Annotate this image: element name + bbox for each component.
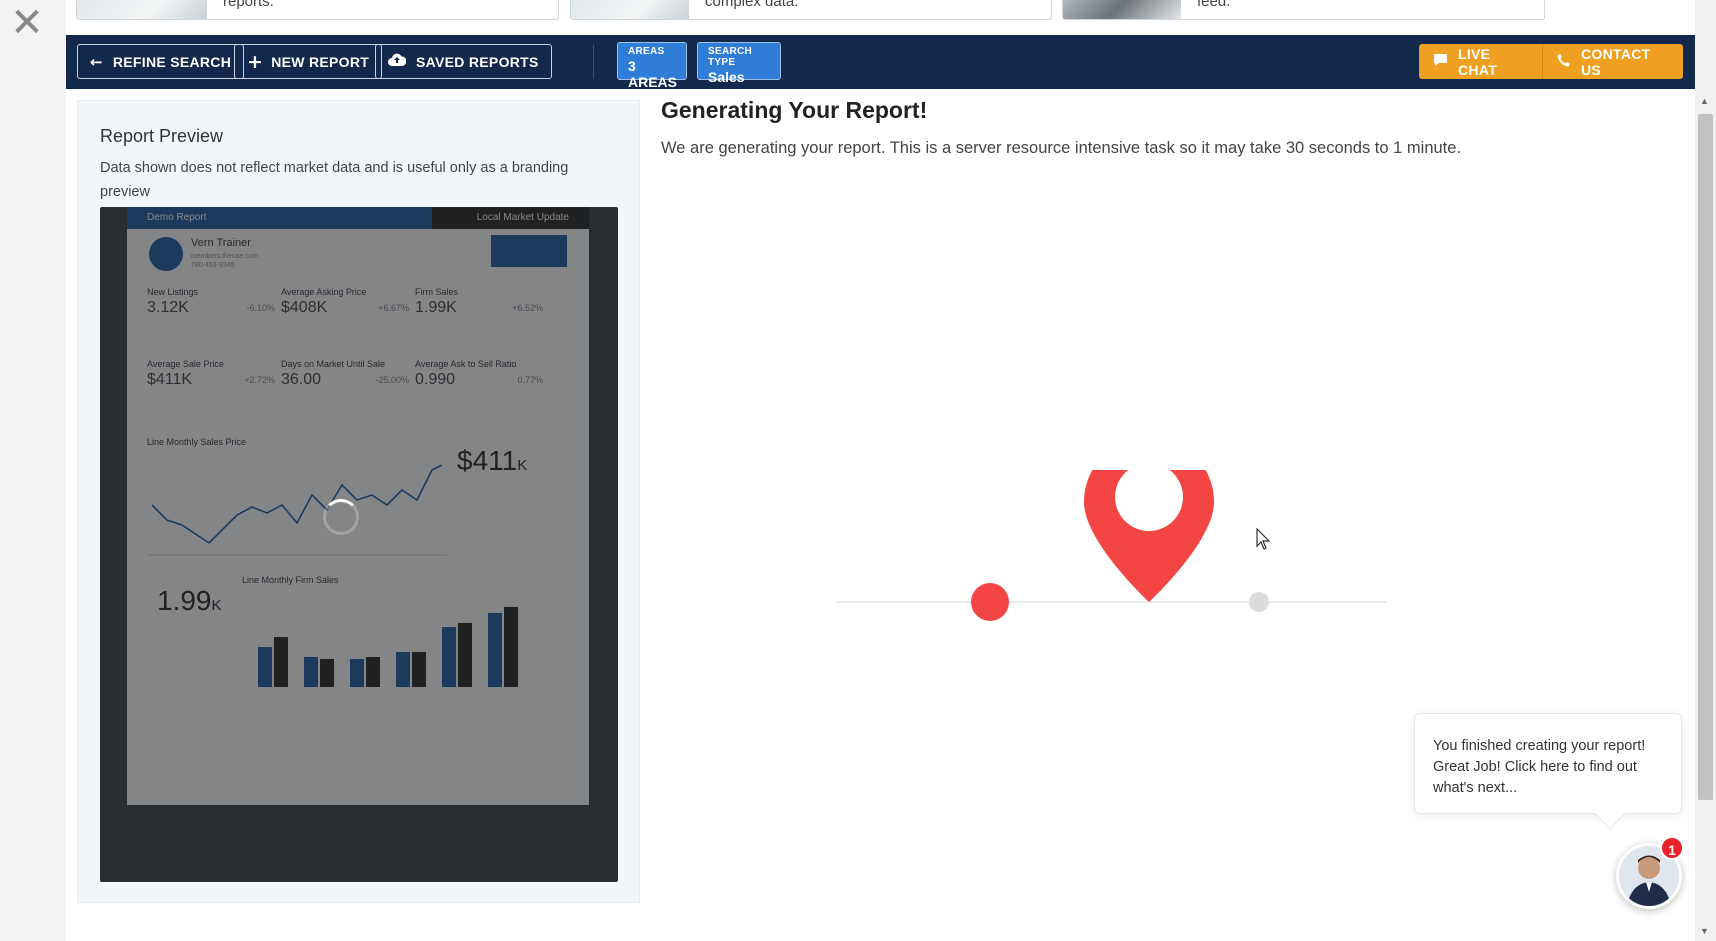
feature-cards: reports. complex data. feed. [76,0,1686,20]
preview-frame: Demo Report Local Market Update Vern Tra… [100,207,618,882]
phone-icon [1557,53,1571,71]
chat-message: You finished creating your report! Great… [1433,738,1646,796]
doc-stat: Average Ask to Sell Ratio 0.990 0.77% [415,359,543,388]
doc-left-header: Demo Report [127,207,432,229]
contact-us-label: CONTACT US [1581,45,1651,78]
feature-card[interactable]: reports. [76,0,559,20]
saved-reports-button[interactable]: SAVED REPORTS [375,44,552,79]
agent-avatar [149,237,183,271]
preview-title: Report Preview [100,126,224,146]
arrow-left-icon: ← [90,52,103,71]
refine-search-label: REFINE SEARCH [112,53,232,70]
scroll-thumb[interactable] [1698,114,1713,800]
areas-chip-label: AREAS [628,46,665,57]
refine-search-button[interactable]: ← REFINE SEARCH [77,44,245,79]
page-scrollbar[interactable]: ▲ ▼ [1695,0,1716,941]
card-thumbnail [1063,0,1181,19]
progress-dot-active [971,583,1009,621]
card-text: reports. [223,0,274,10]
areas-chip-value: 3 AREAS [628,58,678,90]
cursor-icon [1256,527,1271,550]
line-chart-graphic [147,464,447,556]
bar-big-number: 1.99K [157,585,222,616]
close-icon[interactable]: ✕ [10,3,44,43]
doc-stat: Days on Market Until Sale 36.00 -25.00% [281,359,409,388]
saved-reports-label: SAVED REPORTS [416,53,539,70]
toolbar-divider [593,45,594,79]
card-text: feed. [1197,0,1231,10]
areas-chip[interactable]: AREAS 3 AREAS [617,42,687,90]
report-preview-card: Report Preview Data shown does not refle… [77,100,640,903]
realtors-logo [491,235,567,267]
new-report-label: NEW REPORT [271,53,370,70]
scroll-up-icon[interactable]: ▲ [1700,96,1709,106]
doc-stat: Firm Sales 1.99K +6.52% [415,287,543,316]
bar-chart-graphic [258,607,518,687]
agent-name: Vern Trainer [191,237,251,249]
search-type-chip[interactable]: SEARCH TYPE Sales [697,42,781,85]
doc-right-header: Local Market Update [432,207,589,229]
bar-chart-title: Line Monthly Firm Sales [242,575,339,585]
search-type-chip-label: SEARCH TYPE [708,46,753,68]
line-chart-title: Line Monthly Sales Price [147,437,247,447]
doc-stat: New Listings 3.12K -6.10% [147,287,275,316]
plus-icon: + [247,50,264,73]
report-toolbar: ← REFINE SEARCH + NEW REPORT SAVED REPOR… [66,35,1695,90]
map-pin-icon [1084,470,1214,602]
preview-description: Data shown does not reflect market data … [100,160,569,200]
doc-stat: Average Asking Price $408K +6.67% [281,287,409,316]
report-document-preview: Demo Report Local Market Update Vern Tra… [127,207,589,805]
progress-dot-inactive [1249,592,1269,612]
doc-stat: Average Sale Price $411K +2.72% [147,359,275,388]
live-chat-button[interactable]: LIVE CHAT [1419,44,1543,79]
line-big-number: $411K [457,445,528,476]
doc-agent-block: Vern Trainer members.thecae.com 780-453-9… [149,235,567,277]
chat-bubble-icon [1433,53,1448,71]
live-chat-label: LIVE CHAT [1458,45,1498,78]
feature-card[interactable]: complex data. [570,0,1052,20]
doc-header: Demo Report Local Market Update [127,207,589,229]
progress-animation [836,470,1386,621]
card-text: complex data. [705,0,799,10]
card-thumbnail [77,0,207,19]
agent-contact: members.thecae.com 780-453-9345 [191,253,259,269]
generating-title: Generating Your Report! [661,97,928,123]
cloud-upload-icon [388,53,407,71]
search-type-chip-value: Sales [708,69,745,85]
overlay-gutter: ✕ [0,0,66,941]
contact-us-button[interactable]: CONTACT US [1543,44,1683,79]
scroll-down-icon[interactable]: ▼ [1700,926,1709,936]
new-report-button[interactable]: + NEW REPORT [234,44,383,79]
notification-badge: 1 [1660,836,1684,860]
chat-notification-popup[interactable]: You finished creating your report! Great… [1414,713,1682,830]
generating-description: We are generating your report. This is a… [661,139,1462,157]
card-thumbnail [571,0,689,19]
feature-card[interactable]: feed. [1062,0,1545,20]
loading-spinner [323,499,359,535]
